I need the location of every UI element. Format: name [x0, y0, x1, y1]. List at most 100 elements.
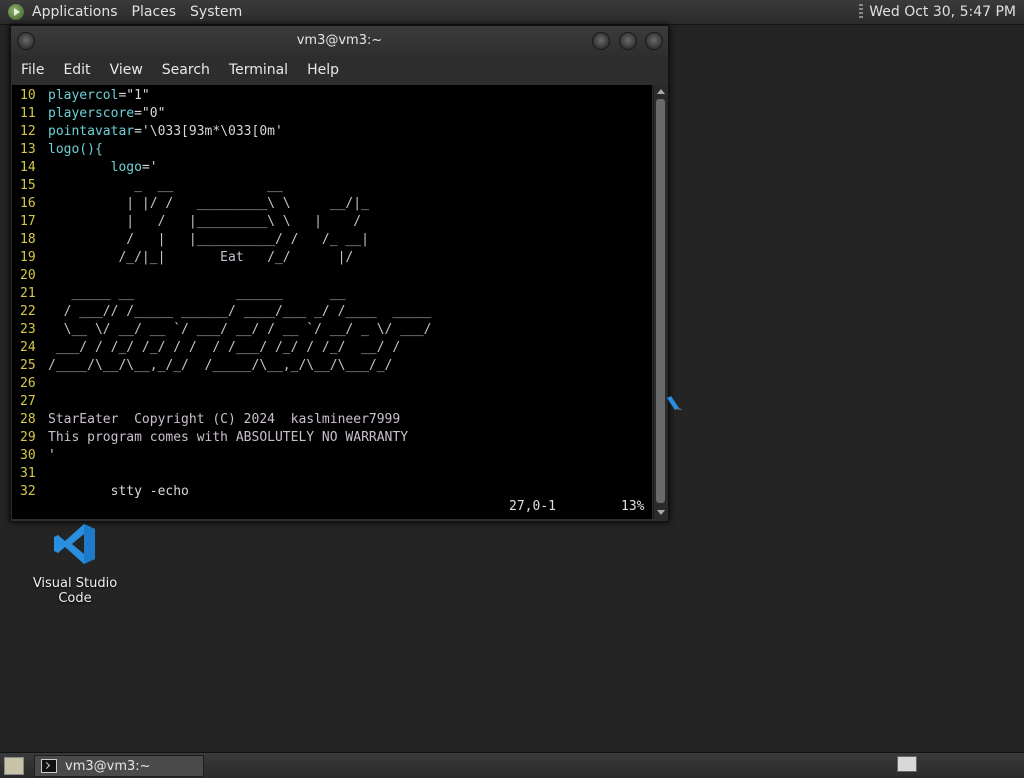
- line-number: 14: [20, 160, 36, 175]
- editor-line: 28 StarEater Copyright (C) 2024 kaslminee…: [20, 411, 432, 429]
- editor-line: 24 ___/ / /_/ /_/ / / / /___/ /_/ / /_/ …: [20, 339, 432, 357]
- applications-menu[interactable]: Applications: [32, 4, 118, 20]
- terminal-icon: [41, 759, 57, 773]
- line-number: 17: [20, 214, 36, 229]
- editor-line: 31: [20, 465, 432, 483]
- close-button[interactable]: [645, 32, 663, 50]
- menu-search[interactable]: Search: [162, 62, 210, 78]
- vim-statusline: 27,0-1 13%: [12, 499, 652, 517]
- workspace-switcher-icon[interactable]: [897, 756, 917, 772]
- editor-line: 15 _ __ __: [20, 177, 432, 195]
- titlebar[interactable]: vm3@vm3:~: [11, 26, 668, 56]
- line-number: 22: [20, 304, 36, 319]
- bottom-panel: vm3@vm3:~: [0, 752, 1024, 778]
- line-number: 20: [20, 268, 36, 283]
- task-label: vm3@vm3:~: [65, 758, 151, 774]
- line-operator: =: [134, 106, 142, 121]
- line-number: 21: [20, 286, 36, 301]
- menu-edit[interactable]: Edit: [63, 62, 90, 78]
- editor-line: 17 | / |_________\ \ | /: [20, 213, 432, 231]
- clock[interactable]: Wed Oct 30, 5:47 PM: [869, 4, 1016, 20]
- scroll-thumb[interactable]: [656, 99, 665, 503]
- menu-file[interactable]: File: [21, 62, 44, 78]
- line-number: 24: [20, 340, 36, 355]
- menu-view[interactable]: View: [110, 62, 143, 78]
- top-panel: Applications Places System Wed Oct 30, 5…: [0, 0, 1024, 25]
- line-number: 11: [20, 106, 36, 121]
- scrollbar[interactable]: [653, 85, 668, 519]
- scroll-percent: 13%: [621, 499, 645, 514]
- cursor-position: 27,0-1: [509, 499, 556, 514]
- line-number: 27: [20, 394, 36, 409]
- line-keyword: logo: [48, 160, 142, 175]
- system-menu[interactable]: System: [190, 4, 242, 20]
- line-content: / | |__________/ / /_ __|: [48, 232, 369, 247]
- line-keyword: playercol: [48, 88, 119, 103]
- line-content: | |/ / _________\ \ __/|_: [48, 196, 369, 211]
- line-operator: =: [134, 124, 142, 139]
- line-keyword: pointavatar: [48, 124, 135, 139]
- svg-text:~: ~: [677, 406, 682, 413]
- editor-line: 22 / ___// /_____ ______/ ____/___ _/ /_…: [20, 303, 432, 321]
- line-content: '\033[93m*\033[0m': [141, 124, 283, 139]
- editor-line: 13 logo(){: [20, 141, 432, 159]
- line-number: 19: [20, 250, 36, 265]
- scroll-up-icon[interactable]: [657, 89, 665, 94]
- line-keyword: playerscore: [48, 106, 135, 121]
- editor-line: 16 | |/ / _________\ \ __/|_: [20, 195, 432, 213]
- hidden-desktop-icon[interactable]: ~: [667, 370, 685, 414]
- vscode-icon: [54, 524, 95, 564]
- menu-help[interactable]: Help: [307, 62, 339, 78]
- vscode-desktop-icon[interactable]: Visual Studio Code: [16, 522, 134, 606]
- line-number: 31: [20, 466, 36, 481]
- line-number: 23: [20, 322, 36, 337]
- places-menu[interactable]: Places: [132, 4, 177, 20]
- top-menus: Applications Places System: [8, 0, 256, 24]
- line-number: 10: [20, 88, 36, 103]
- editor-line: 30 ': [20, 447, 432, 465]
- line-number: 18: [20, 232, 36, 247]
- panel-handle-icon: [859, 4, 864, 20]
- editor-line: 10 playercol="1": [20, 87, 432, 105]
- editor-text: 10 playercol="1" 11 playerscore="0" 12 pointa…: [20, 87, 432, 501]
- clock-area: Wed Oct 30, 5:47 PM: [859, 0, 1016, 24]
- editor-line: 18 / | |__________/ / /_ __|: [20, 231, 432, 249]
- editor-line: 25 /____/\__/\__,_/_/ /_____/\__,_/\__/\_…: [20, 357, 432, 375]
- editor-line: 19 /_/|_| Eat /_/ |/: [20, 249, 432, 267]
- line-content: ': [149, 160, 158, 175]
- line-content: ': [48, 448, 56, 463]
- scroll-down-icon[interactable]: [657, 510, 665, 515]
- minimize-button[interactable]: [592, 32, 610, 50]
- editor-line: 27: [20, 393, 432, 411]
- editor-line: 14 logo=': [20, 159, 432, 177]
- line-number: 13: [20, 142, 36, 157]
- line-content: stty -echo: [48, 484, 189, 499]
- editor-line: 23 \__ \/ __/ __ `/ ___/ __/ / __ `/ __/…: [20, 321, 432, 339]
- distro-logo-icon[interactable]: [8, 4, 24, 20]
- line-content: / ___// /_____ ______/ ____/___ _/ /____…: [48, 304, 432, 319]
- terminal-area[interactable]: 10 playercol="1" 11 playerscore="0" 12 pointa…: [12, 85, 652, 519]
- line-number: 30: [20, 448, 36, 463]
- show-desktop-icon[interactable]: [4, 757, 24, 775]
- editor-line: 11 playerscore="0": [20, 105, 432, 123]
- line-content: ___/ / /_/ /_/ / / / /___/ /_/ / /_/ __/…: [48, 340, 401, 355]
- line-content: /_/|_| Eat /_/ |/: [48, 250, 354, 265]
- line-content: | / |_________\ \ | /: [48, 214, 362, 229]
- taskbar-terminal-button[interactable]: vm3@vm3:~: [34, 755, 204, 777]
- maximize-button[interactable]: [619, 32, 637, 50]
- line-number: 16: [20, 196, 36, 211]
- line-number: 15: [20, 178, 36, 193]
- line-content: "0": [141, 106, 166, 121]
- window-title: vm3@vm3:~: [296, 33, 383, 48]
- line-content: This program comes with ABSOLUTELY NO WA…: [48, 430, 409, 445]
- menubar: File Edit View Search Terminal Help: [11, 56, 668, 83]
- line-content: "1": [126, 88, 150, 103]
- menu-terminal[interactable]: Terminal: [229, 62, 288, 78]
- line-number: 29: [20, 430, 36, 445]
- editor-line: 20: [20, 267, 432, 285]
- editor-line: 29 This program comes with ABSOLUTELY NO …: [20, 429, 432, 447]
- line-keyword: logo(){: [48, 142, 103, 157]
- terminal-window: vm3@vm3:~ File Edit View Search Terminal…: [10, 25, 669, 522]
- line-number: 26: [20, 376, 36, 391]
- line-content: _____ __ ______ __: [48, 286, 346, 301]
